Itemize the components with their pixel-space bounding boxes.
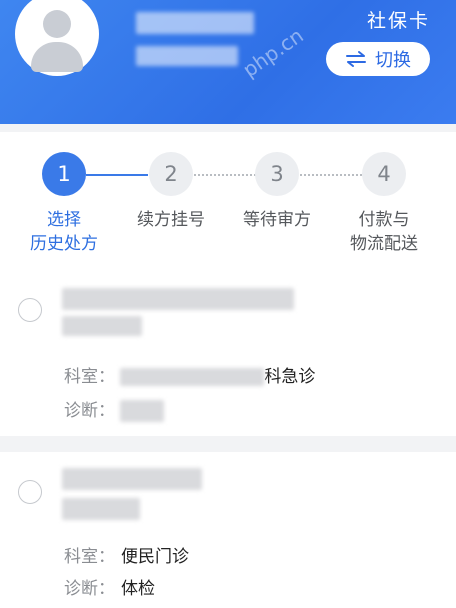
diagnosis-label: 诊断： (64, 579, 115, 599)
diagnosis-field: 诊断： (64, 396, 170, 422)
switch-label: 切换 (375, 50, 411, 71)
step-number: 1 (42, 152, 86, 196)
step-1: 1 选择 历史处方 (9, 152, 119, 256)
department-value: 科急诊 (264, 367, 316, 387)
prescription-record[interactable]: 科室： 便民门诊 诊断： 体检 (0, 452, 456, 608)
diagnosis-field: 诊断： 体检 (64, 574, 155, 599)
blurred-id (136, 46, 238, 66)
record-radio[interactable] (18, 480, 42, 504)
switch-card-button[interactable]: 切换 (326, 42, 430, 76)
prescription-record[interactable]: 科室： 科急诊 诊断： (0, 272, 456, 436)
avatar-head (43, 10, 71, 38)
department-label: 科室： (64, 547, 115, 567)
swap-arrows-icon (346, 51, 366, 67)
step-4: 4 付款与 物流配送 (329, 152, 439, 256)
step-label: 等待审方 (243, 210, 311, 230)
blurred-title (62, 288, 294, 310)
blurred-subtitle (62, 498, 140, 520)
card-type-label: 社保卡 (366, 10, 430, 32)
blurred-title (62, 468, 202, 490)
step-label: 付款与 物流配送 (350, 210, 418, 254)
blurred-name (136, 12, 254, 34)
record-radio[interactable] (18, 298, 42, 322)
profile-header: php.cn 社保卡 切换 (0, 0, 456, 124)
progress-steps: 1 选择 历史处方 2 续方挂号 3 等待审方 4 付款与 物流配送 (0, 132, 456, 272)
blurred-diagnosis (120, 400, 165, 422)
diagnosis-value: 体检 (121, 579, 155, 599)
department-label: 科室： (64, 367, 115, 387)
user-avatar-icon[interactable] (15, 0, 99, 76)
step-3: 3 等待审方 (222, 152, 332, 232)
department-field: 科室： 便民门诊 (64, 542, 189, 567)
step-label: 选择 历史处方 (30, 210, 98, 254)
blurred-department (120, 368, 265, 386)
step-label: 续方挂号 (137, 210, 205, 230)
department-value: 便民门诊 (121, 547, 189, 567)
diagnosis-label: 诊断： (64, 401, 115, 421)
avatar-body (31, 42, 83, 72)
step-number: 4 (362, 152, 406, 196)
department-field: 科室： 科急诊 (64, 362, 315, 387)
step-number: 3 (255, 152, 299, 196)
step-number: 2 (149, 152, 193, 196)
blurred-subtitle (62, 316, 142, 336)
step-2: 2 续方挂号 (116, 152, 226, 232)
